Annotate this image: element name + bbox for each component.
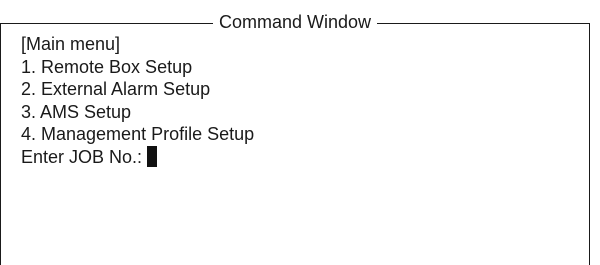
window-title-bar: Command Window xyxy=(1,11,589,33)
job-number-prompt[interactable]: Enter JOB No.: xyxy=(21,146,254,169)
command-window: Command Window [Main menu] 1. Remote Box… xyxy=(0,12,590,265)
menu-item-remote-box-setup: 1. Remote Box Setup xyxy=(21,56,193,77)
text-cursor xyxy=(147,146,158,168)
menu-item-ams-setup: 3. AMS Setup xyxy=(21,101,132,122)
terminal-content: [Main menu] 1. Remote Box Setup 2. Exter… xyxy=(21,33,254,168)
window-title: Command Window xyxy=(212,12,378,32)
menu-item-management-profile-setup: 4. Management Profile Setup xyxy=(21,124,255,144)
menu-item-external-alarm-setup: 2. External Alarm Setup xyxy=(21,79,211,99)
job-number-prompt-label: Enter JOB No.: xyxy=(21,146,143,167)
menu-header: [Main menu] xyxy=(21,34,121,54)
